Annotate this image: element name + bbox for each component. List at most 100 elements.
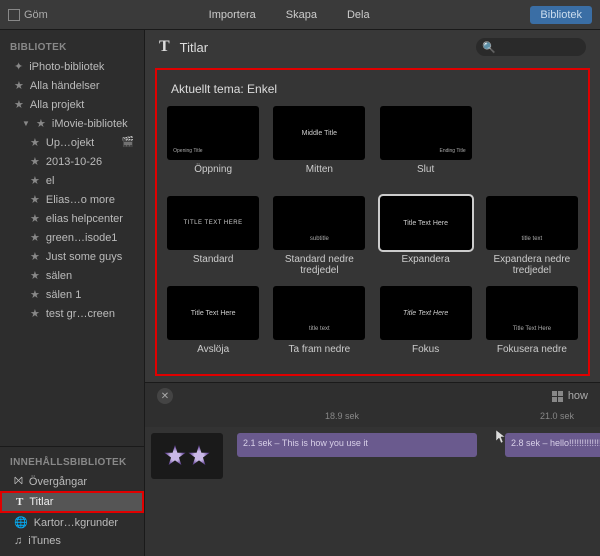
star-icon xyxy=(164,445,186,467)
create-button[interactable]: Skapa xyxy=(286,9,317,21)
title-tile[interactable]: TITLE TEXT HEREStandard xyxy=(167,196,259,276)
title-tile[interactable]: subtitle Standard nedre tredjedel xyxy=(273,196,365,276)
sidebar-item[interactable]: ★ elias helpcenter xyxy=(0,209,144,228)
sidebar-item[interactable]: ★Alla händelser xyxy=(0,76,144,95)
title-clip[interactable]: 2.8 sek – hello!!!!!!!!!!!!!! xyxy=(505,433,600,457)
sidebar-item[interactable]: ★Just some guys xyxy=(0,247,144,266)
layout-toggle[interactable]: how xyxy=(552,390,588,402)
ruler-mark: 21.0 sek xyxy=(540,411,574,421)
theme-label: Aktuellt tema: Enkel xyxy=(167,78,578,106)
sidebar-item[interactable]: ★Alla projekt xyxy=(0,95,144,114)
music-icon: ♫ xyxy=(14,535,22,547)
timeline: ✕ how 18.9 sek 21.0 sek 2.1 sek – This is… xyxy=(145,382,600,556)
title-tile[interactable]: Title Text Here Fokusera nedre xyxy=(486,286,578,366)
sidebar-item[interactable]: ✦ iPhoto-bibliotek xyxy=(0,57,144,76)
title-thumb[interactable]: Middle Title xyxy=(273,106,365,160)
title-thumb[interactable]: title text xyxy=(486,196,578,250)
sidebar-item-label: Just some guys xyxy=(46,251,122,263)
sidebar-item-label: elias helpcenter xyxy=(46,213,123,225)
title-tile[interactable]: Title Text Here Fokus xyxy=(380,286,472,366)
tile-label: Standard nedre tredjedel xyxy=(273,254,365,276)
transitions-icon: ⨝ xyxy=(14,475,23,488)
sidebar-item-label: sälen 1 xyxy=(46,289,81,301)
title-tile[interactable]: title text Ta fram nedre xyxy=(273,286,365,366)
sidebar-item[interactable]: ★2013-10-26 xyxy=(0,152,144,171)
share-button[interactable]: Dela xyxy=(347,9,370,21)
star-icon: ★ xyxy=(30,307,40,320)
title-thumb[interactable]: Title Text Here xyxy=(380,196,472,250)
star-icon: ★ xyxy=(30,193,40,206)
content-lib-item[interactable]: TTitlar xyxy=(0,491,144,513)
star-icon: ★ xyxy=(30,288,40,301)
sidebar-item[interactable]: ★el xyxy=(0,171,144,190)
content-lib-item[interactable]: 🌐Kartor…kgrunder xyxy=(0,513,144,532)
sidebar-item-label: Alla händelser xyxy=(30,80,100,92)
content-lib-label: iTunes xyxy=(28,535,61,547)
library-button[interactable]: Bibliotek xyxy=(530,6,592,24)
title-thumb[interactable]: Title Text Here xyxy=(486,286,578,340)
sidebar-item[interactable]: ★ sälen 1 xyxy=(0,285,144,304)
content-lib-item[interactable]: ♫ iTunes xyxy=(0,532,144,550)
title-thumb[interactable]: Ending Title xyxy=(380,106,472,160)
tile-label: Fokus xyxy=(412,344,439,366)
tile-label: Fokusera nedre xyxy=(497,344,567,366)
close-icon[interactable]: ✕ xyxy=(157,388,173,404)
fullscreen-icon[interactable] xyxy=(8,9,20,21)
sidebar-item[interactable]: ★test gr…creen xyxy=(0,304,144,323)
content-lib-label: Titlar xyxy=(29,496,53,508)
title-tile[interactable]: Title Text Here Avslöja xyxy=(167,286,259,366)
sidebar-item-label: Elias…o more xyxy=(46,194,115,206)
sidebar-item-label: green…isode1 xyxy=(46,232,118,244)
tile-label: Avslöja xyxy=(197,344,229,366)
tile-label: Mitten xyxy=(306,164,333,186)
transition-clip[interactable] xyxy=(151,433,223,479)
tile-label: Öppning xyxy=(194,164,232,186)
tile-label: Expandera nedre tredjedel xyxy=(486,254,578,276)
star-icon: ★ xyxy=(30,212,40,225)
sidebar-item[interactable]: ▼★iMovie-bibliotek xyxy=(0,114,144,133)
sidebar-item[interactable]: ★ Elias…o more xyxy=(0,190,144,209)
sidebar-item-label: sälen xyxy=(46,270,72,282)
hide-label[interactable]: Göm xyxy=(24,9,48,21)
content-lib-label: Kartor…kgrunder xyxy=(34,517,118,529)
title-thumb[interactable]: Opening Title xyxy=(167,106,259,160)
title-thumb[interactable]: TITLE TEXT HERE xyxy=(167,196,259,250)
star-icon: ★ xyxy=(30,174,40,187)
title-tile[interactable]: title text Expandera nedre tredjedel xyxy=(486,196,578,276)
timeline-ruler[interactable]: 18.9 sek 21.0 sek xyxy=(145,409,600,427)
tile-label: Ta fram nedre xyxy=(289,344,351,366)
sidebar-item-label: iPhoto-bibliotek xyxy=(29,61,104,73)
sidebar-item-label: 2013-10-26 xyxy=(46,156,102,168)
title-clip[interactable]: 2.1 sek – This is how you use it xyxy=(237,433,477,457)
tile-label: Slut xyxy=(417,164,434,186)
title-thumb[interactable]: Title Text Here xyxy=(167,286,259,340)
star-icon: ★ xyxy=(36,117,46,130)
ruler-mark: 18.9 sek xyxy=(325,411,359,421)
title-tile[interactable]: Opening Title Öppning xyxy=(167,106,259,186)
title-tile[interactable]: Ending Title Slut xyxy=(380,106,472,186)
title-tile[interactable]: Middle Title Mitten xyxy=(273,106,365,186)
sidebar-item[interactable]: ★ green…isode1 xyxy=(0,228,144,247)
content-header: T Titlar 🔍 xyxy=(145,30,600,64)
library-header: BIBLIOTEK xyxy=(0,36,144,57)
title-tile[interactable]: Title Text Here Expandera xyxy=(380,196,472,276)
content-lib-item[interactable]: ⨝ Övergångar xyxy=(0,472,144,491)
star-icon: ★ xyxy=(30,231,40,244)
toolbar: Göm Importera Skapa Dela Bibliotek xyxy=(0,0,600,30)
search-input[interactable]: 🔍 xyxy=(476,38,586,56)
title-thumb[interactable]: subtitle xyxy=(273,196,365,250)
sidebar-item[interactable]: ★sälen xyxy=(0,266,144,285)
timeline-body[interactable]: 2.1 sek – This is how you use it 2.8 sek … xyxy=(145,427,600,556)
import-button[interactable]: Importera xyxy=(209,9,256,21)
tile-label: Expandera xyxy=(401,254,449,276)
search-icon: 🔍 xyxy=(482,41,496,54)
titles-panel: Aktuellt tema: Enkel Opening Title Öppnin… xyxy=(155,68,590,376)
title-thumb[interactable]: title text xyxy=(273,286,365,340)
content-area: T Titlar 🔍 Aktuellt tema: Enkel Opening … xyxy=(145,30,600,556)
star-icon: ★ xyxy=(14,98,24,111)
content-lib-label: Övergångar xyxy=(29,476,87,488)
sparkle-icon: ✦ xyxy=(14,60,23,73)
sidebar-item[interactable]: ★Up…ojekt🎬 xyxy=(0,133,144,152)
title-thumb[interactable]: Title Text Here xyxy=(380,286,472,340)
sidebar: BIBLIOTEK ✦iPhoto-bibliotek★Alla händels… xyxy=(0,30,145,556)
